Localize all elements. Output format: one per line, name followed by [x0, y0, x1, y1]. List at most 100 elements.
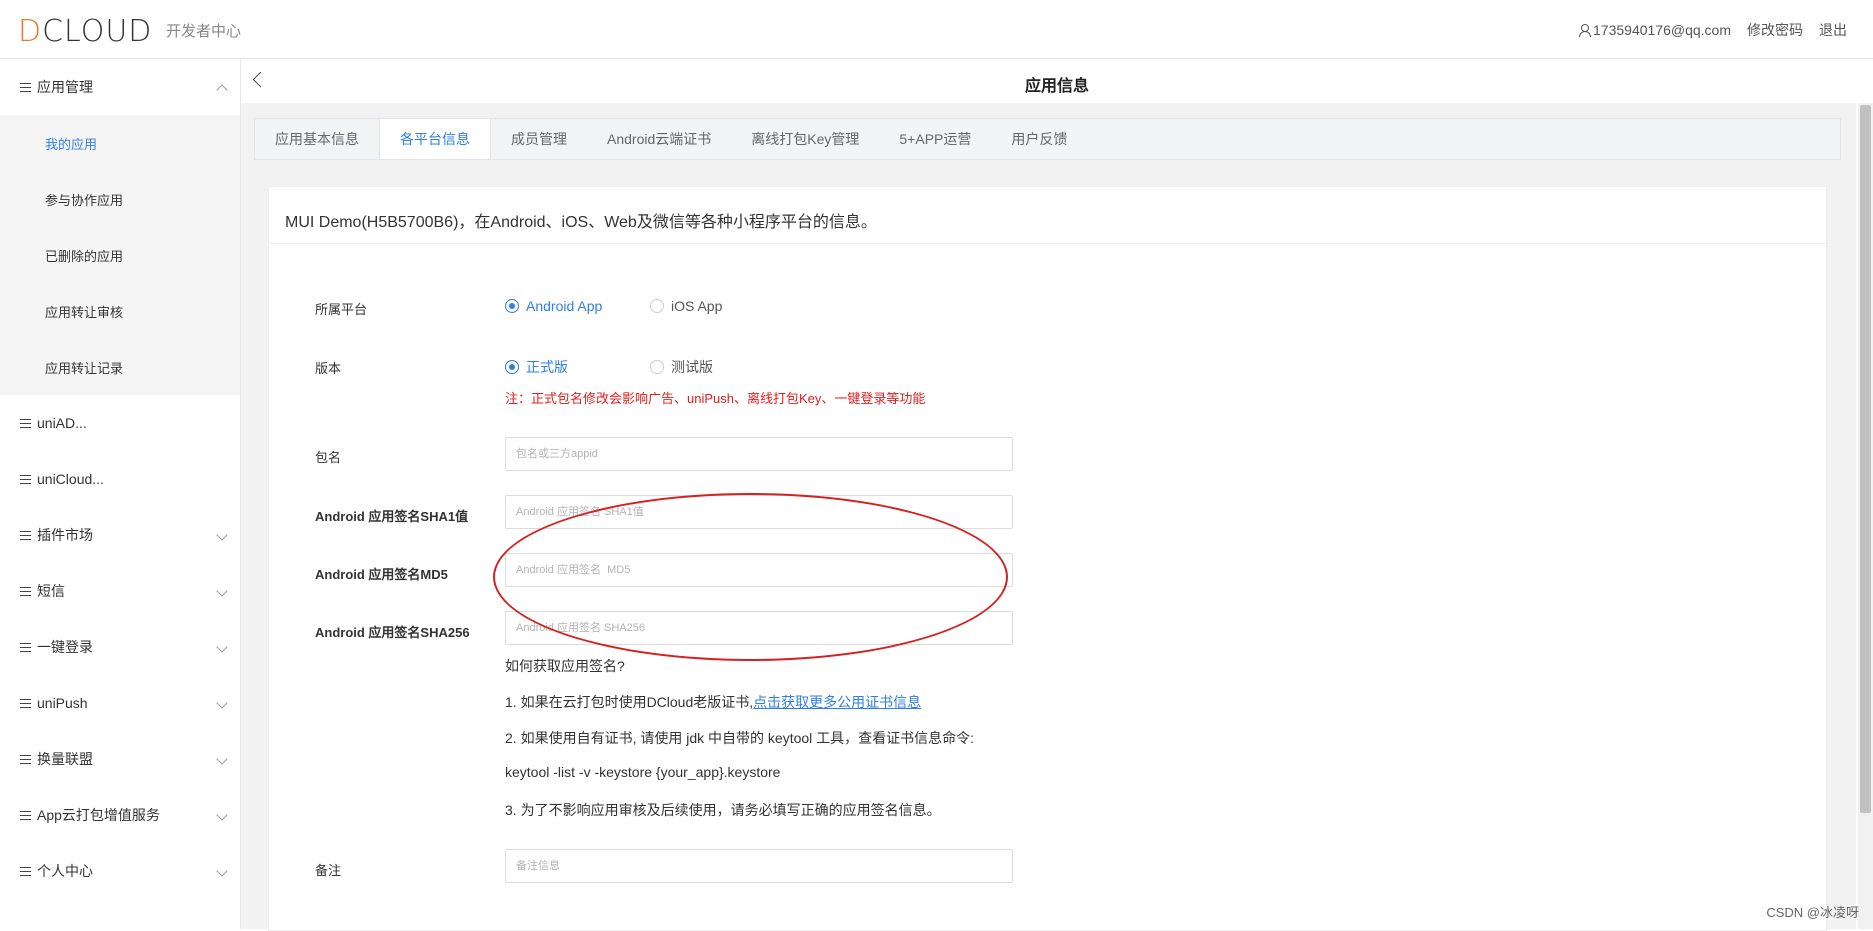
- list-icon: [20, 82, 31, 92]
- list-icon: [20, 474, 31, 484]
- radio-android-app[interactable]: Android App: [505, 298, 602, 314]
- sidebar-item-label: 换量联盟: [37, 751, 93, 767]
- help-keytool-command: keytool -list -v -keystore {your_app}.ke…: [505, 764, 781, 780]
- card-title: MUI Demo(H5B5700B6)，在Android、iOS、Web及微信等…: [285, 214, 877, 231]
- scrollbar-thumb[interactable]: [1860, 105, 1871, 813]
- sidebar-item-label: uniPush: [37, 695, 88, 711]
- chevron-down-icon: [216, 697, 228, 709]
- tab-members[interactable]: 成员管理: [491, 119, 587, 159]
- radio-circle: [650, 360, 664, 374]
- radio-release-version[interactable]: 正式版: [505, 357, 568, 377]
- platform-label: 所属平台: [315, 302, 368, 317]
- tab-feedback[interactable]: 用户反馈: [991, 119, 1087, 159]
- user-icon: [1579, 24, 1592, 37]
- radio-circle: [650, 299, 664, 313]
- sha1-label: Android 应用签名SHA1值: [315, 509, 469, 524]
- tab-android-cloud-cert[interactable]: Android云端证书: [587, 119, 731, 159]
- list-icon: [20, 642, 31, 652]
- user-account[interactable]: 1735940176@qq.com: [1579, 22, 1731, 38]
- chevron-down-icon: [216, 641, 228, 653]
- csdn-watermark: CSDN @冰凌呀: [1766, 905, 1859, 920]
- chevron-up-icon: [216, 84, 228, 96]
- card-divider: [269, 243, 1826, 244]
- chevron-down-icon: [216, 529, 228, 541]
- sidebar-item-label: uniAD...: [37, 415, 87, 431]
- sidebar-item-unicloud[interactable]: uniCloud...: [0, 451, 240, 507]
- radio-label: 正式版: [526, 359, 568, 375]
- remark-input[interactable]: [505, 849, 1013, 883]
- sidebar-item-plugin-market[interactable]: 插件市场: [0, 507, 240, 563]
- radio-label: Android App: [526, 298, 603, 314]
- radio-test-version[interactable]: 测试版: [650, 357, 713, 377]
- tab-platform-info[interactable]: 各平台信息: [379, 119, 491, 159]
- sidebar-item-label: 个人中心: [37, 863, 93, 879]
- list-icon: [20, 810, 31, 820]
- sidebar-item-sms[interactable]: 短信: [0, 563, 240, 619]
- top-right-links: 1735940176@qq.com 修改密码 退出: [1579, 20, 1847, 40]
- logout-link[interactable]: 退出: [1819, 20, 1847, 40]
- list-icon: [20, 586, 31, 596]
- help-step-1-text: 1. 如果在云打包时使用DCloud老版证书,: [505, 694, 754, 710]
- help-step-3: 3. 为了不影响应用审核及后续使用，请务必填写正确的应用签名信息。: [505, 802, 941, 818]
- sidebar-item-label: 插件市场: [37, 527, 93, 543]
- sidebar-item-uniad[interactable]: uniAD...: [0, 395, 240, 451]
- sidebar-item-label: 应用管理: [37, 79, 93, 95]
- radio-label: iOS App: [671, 298, 723, 314]
- version-warning-note: 注：正式包名修改会影响广告、uniPush、离线打包Key、一键登录等功能: [505, 391, 926, 406]
- tab-offline-key[interactable]: 离线打包Key管理: [731, 119, 879, 159]
- chevron-down-icon: [216, 865, 228, 877]
- sidebar-item-label: App云打包增值服务: [37, 807, 160, 823]
- page-header: 应用信息: [241, 59, 1873, 103]
- sidebar-item-label: uniCloud...: [37, 471, 104, 487]
- sidebar-item-one-click-login[interactable]: 一键登录: [0, 619, 240, 675]
- sha256-input[interactable]: [505, 611, 1013, 645]
- list-icon: [20, 698, 31, 708]
- logo-subtitle: 开发者中心: [166, 23, 242, 40]
- sidebar-item-cloud-build-services[interactable]: App云打包增值服务: [0, 787, 240, 843]
- user-email: 1735940176@qq.com: [1593, 22, 1731, 38]
- md5-input[interactable]: [505, 553, 1013, 587]
- help-step-1: 1. 如果在云打包时使用DCloud老版证书,点击获取更多公用证书信息: [505, 692, 921, 712]
- sidebar-item-transfer-review[interactable]: 应用转让审核: [0, 283, 240, 339]
- help-step-2: 2. 如果使用自有证书, 请使用 jdk 中自带的 keytool 工具，查看证…: [505, 730, 975, 746]
- platform-info-card: MUI Demo(H5B5700B6)，在Android、iOS、Web及微信等…: [268, 186, 1827, 931]
- sidebar-item-deleted-apps[interactable]: 已删除的应用: [0, 227, 240, 283]
- radio-circle: [505, 360, 519, 374]
- help-title: 如何获取应用签名?: [505, 658, 625, 674]
- sha256-label: Android 应用签名SHA256: [315, 625, 470, 640]
- page-title: 应用信息: [1024, 78, 1089, 95]
- list-icon: [20, 530, 31, 540]
- list-icon: [20, 754, 31, 764]
- sidebar-item-personal-center[interactable]: 个人中心: [0, 843, 240, 899]
- public-cert-info-link[interactable]: 点击获取更多公用证书信息: [753, 694, 921, 710]
- tab-app-operation[interactable]: 5+APP运营: [879, 119, 991, 159]
- tab-bar: 应用基本信息 各平台信息 成员管理 Android云端证书 离线打包Key管理 …: [254, 118, 1841, 160]
- version-label: 版本: [315, 361, 342, 376]
- sidebar-group-app-management[interactable]: 应用管理: [0, 59, 240, 115]
- package-name-input[interactable]: [505, 437, 1013, 471]
- sidebar-item-my-apps[interactable]: 我的应用: [0, 115, 240, 171]
- logo-letter-d: D: [18, 14, 43, 49]
- list-icon: [20, 866, 31, 876]
- dcloud-logo[interactable]: DCLOUD: [18, 14, 152, 49]
- md5-label: Android 应用签名MD5: [315, 567, 448, 582]
- sidebar-item-label: 一键登录: [37, 639, 93, 655]
- sidebar-item-traffic-alliance[interactable]: 换量联盟: [0, 731, 240, 787]
- chevron-down-icon: [216, 753, 228, 765]
- logo-text: CLOUD: [42, 14, 153, 49]
- list-icon: [20, 418, 31, 428]
- tab-basic-info[interactable]: 应用基本信息: [255, 119, 379, 159]
- change-password-link[interactable]: 修改密码: [1747, 20, 1803, 40]
- sidebar-item-collab-apps[interactable]: 参与协作应用: [0, 171, 240, 227]
- package-name-label: 包名: [315, 450, 342, 465]
- sidebar-item-unipush[interactable]: uniPush: [0, 675, 240, 731]
- app-submenu: 我的应用 参与协作应用 已删除的应用 应用转让审核 应用转让记录: [0, 115, 240, 395]
- sidebar: 应用管理 我的应用 参与协作应用 已删除的应用 应用转让审核 应用转让记录 un…: [0, 59, 241, 929]
- sha1-input[interactable]: [505, 495, 1013, 529]
- remark-label: 备注: [315, 863, 342, 878]
- radio-ios-app[interactable]: iOS App: [650, 298, 722, 314]
- vertical-scrollbar[interactable]: [1858, 103, 1873, 929]
- chevron-down-icon: [216, 585, 228, 597]
- sidebar-item-transfer-records[interactable]: 应用转让记录: [0, 339, 240, 395]
- radio-circle: [505, 299, 519, 313]
